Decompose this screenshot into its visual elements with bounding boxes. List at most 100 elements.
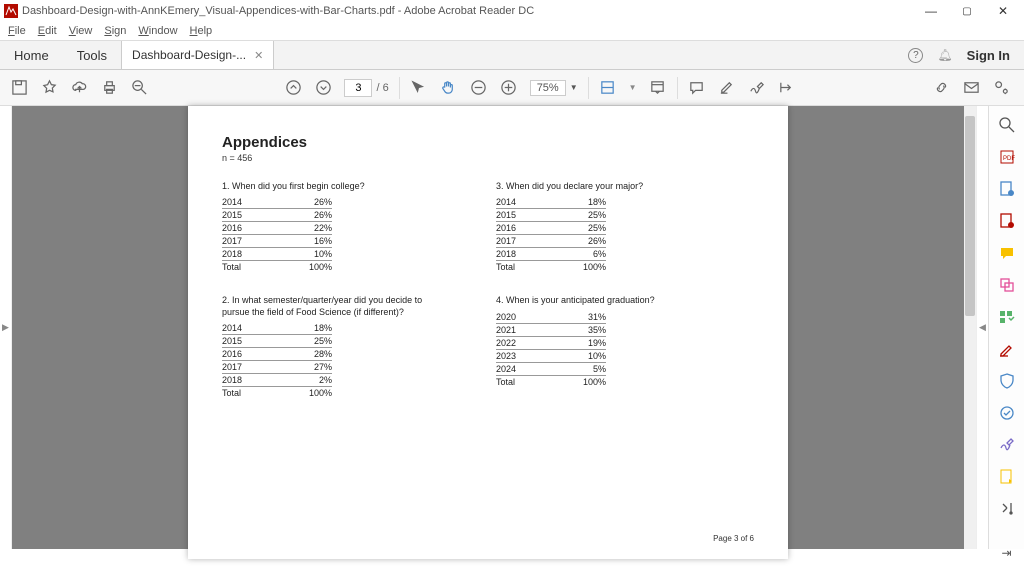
combine-icon[interactable]: [997, 276, 1017, 294]
export-pdf-icon[interactable]: PDF: [997, 148, 1017, 166]
right-nav-strip[interactable]: ◀: [976, 106, 988, 549]
fill-sign-icon[interactable]: [997, 436, 1017, 454]
menu-view[interactable]: View: [69, 25, 93, 37]
search-tool-icon[interactable]: [997, 116, 1017, 134]
read-mode-icon[interactable]: [649, 79, 667, 97]
scrollbar-thumb[interactable]: [965, 116, 975, 316]
menubar: File Edit View Sign Window Help: [0, 22, 1024, 40]
table-row: 201625%: [496, 222, 606, 235]
q1-table: 201426%201526%201622%201716%201810%Total…: [222, 196, 332, 273]
page-down-icon[interactable]: [314, 79, 332, 97]
left-nav-strip[interactable]: ▶: [0, 106, 12, 549]
q4-table: 202031%202135%202219%202310%20245%Total1…: [496, 311, 606, 388]
menu-file[interactable]: File: [8, 25, 26, 37]
page-total: / 6: [376, 82, 388, 94]
tab-tools[interactable]: Tools: [63, 41, 121, 69]
more-icon[interactable]: [997, 500, 1017, 518]
window-title: Dashboard-Design-with-AnnKEmery_Visual-A…: [22, 5, 534, 17]
protect-icon[interactable]: [997, 372, 1017, 390]
close-button[interactable]: ✕: [994, 4, 1012, 18]
arrow-icon[interactable]: [410, 79, 428, 97]
table-row: 201418%: [222, 322, 332, 335]
note-icon[interactable]: [997, 244, 1017, 262]
bell-icon[interactable]: 🔔︎: [937, 48, 952, 62]
zoom-out-icon[interactable]: [470, 79, 488, 97]
table-row: 20186%: [496, 248, 606, 261]
fit-width-icon[interactable]: [599, 79, 617, 97]
table-row: 201525%: [496, 209, 606, 222]
compress-icon[interactable]: [997, 404, 1017, 422]
zoom-out-loupe-icon[interactable]: [130, 79, 148, 97]
svg-text:PDF: PDF: [1003, 156, 1015, 162]
cloud-icon[interactable]: [70, 79, 88, 97]
table-row: 201426%: [222, 196, 332, 209]
maximize-button[interactable]: ▢: [958, 6, 976, 17]
save-icon[interactable]: [10, 79, 28, 97]
highlight-icon[interactable]: [718, 79, 736, 97]
collapse-rail-icon[interactable]: ⇥: [1001, 546, 1011, 568]
zoom-value[interactable]: 75%: [530, 80, 566, 96]
scrollbar[interactable]: [964, 106, 976, 549]
more-tools-icon[interactable]: [778, 79, 796, 97]
redact-icon[interactable]: [997, 340, 1017, 358]
print-icon[interactable]: [100, 79, 118, 97]
table-row: 202219%: [496, 336, 606, 349]
table-total: Total100%: [496, 261, 606, 274]
zoom-dropdown-icon[interactable]: ▼: [570, 83, 578, 92]
table-row: 202031%: [496, 311, 606, 324]
help-icon[interactable]: ?: [908, 48, 923, 63]
table-total: Total100%: [222, 386, 332, 399]
workspace: ▶ Appendices n = 456 1. When did you fir…: [0, 106, 1024, 549]
q2-table: 201418%201525%201628%201727%20182%Total1…: [222, 322, 332, 399]
table-row: 20245%: [496, 362, 606, 375]
organize-icon[interactable]: [997, 308, 1017, 326]
menu-edit[interactable]: Edit: [38, 25, 57, 37]
tabstrip: Home Tools Dashboard-Design-... ✕ ? 🔔︎ S…: [0, 40, 1024, 70]
menu-sign[interactable]: Sign: [104, 25, 126, 37]
edit-pdf-icon[interactable]: [997, 212, 1017, 230]
q4-label: 4. When is your anticipated graduation?: [496, 295, 726, 306]
page-footer: Page 3 of 6: [713, 534, 754, 543]
page-number-input[interactable]: [344, 79, 372, 97]
q3-table: 201418%201525%201625%201726%20186%Total1…: [496, 196, 606, 273]
table-row: 201525%: [222, 334, 332, 347]
link-icon[interactable]: [932, 79, 950, 97]
table-row: 202135%: [496, 323, 606, 336]
document-viewport[interactable]: Appendices n = 456 1. When did you first…: [12, 106, 964, 549]
menu-window[interactable]: Window: [138, 25, 177, 37]
left-chevron-icon: ▶: [2, 322, 9, 333]
question-1: 1. When did you first begin college? 201…: [222, 181, 452, 273]
mail-icon[interactable]: [962, 79, 980, 97]
sign-icon[interactable]: [748, 79, 766, 97]
comment-icon[interactable]: [688, 79, 706, 97]
table-total: Total100%: [496, 375, 606, 388]
menu-help[interactable]: Help: [190, 25, 213, 37]
table-total: Total100%: [222, 261, 332, 274]
q2-label: 2. In what semester/quarter/year did you…: [222, 295, 452, 318]
pdf-page: Appendices n = 456 1. When did you first…: [188, 106, 788, 559]
q1-label: 1. When did you first begin college?: [222, 181, 452, 192]
app-icon: [4, 4, 18, 18]
q3-label: 3. When did you declare your major?: [496, 181, 726, 192]
minimize-button[interactable]: —: [922, 4, 940, 18]
table-row: 201810%: [222, 248, 332, 261]
close-tab-icon[interactable]: ✕: [254, 49, 263, 62]
share-icon[interactable]: [992, 79, 1010, 97]
create-pdf-icon[interactable]: [997, 180, 1017, 198]
zoom-in-icon[interactable]: [500, 79, 518, 97]
fit-dropdown-icon[interactable]: ▼: [629, 83, 637, 92]
sign-in-link[interactable]: Sign In: [967, 48, 1010, 63]
page-up-icon[interactable]: [284, 79, 302, 97]
hand-icon[interactable]: [440, 79, 458, 97]
tab-document-label: Dashboard-Design-...: [132, 48, 246, 62]
table-row: 201526%: [222, 209, 332, 222]
table-row: 201727%: [222, 360, 332, 373]
table-row: 201716%: [222, 235, 332, 248]
tab-document[interactable]: Dashboard-Design-... ✕: [121, 41, 274, 69]
tab-home[interactable]: Home: [0, 41, 63, 69]
convert-icon[interactable]: [997, 468, 1017, 486]
star-icon[interactable]: [40, 79, 58, 97]
table-row: 20182%: [222, 373, 332, 386]
toolbar: / 6 75% ▼ ▼: [0, 70, 1024, 106]
tools-rail: PDF ⇥: [988, 106, 1024, 549]
